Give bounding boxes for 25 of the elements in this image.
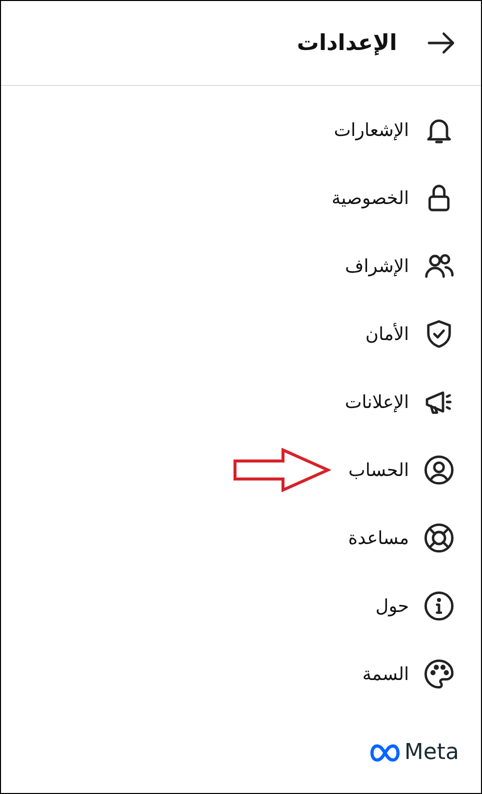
info-icon	[423, 590, 455, 622]
settings-item[interactable]: الحساب	[1, 436, 481, 504]
lifebuoy-icon	[423, 522, 455, 554]
settings-item[interactable]: الخصوصية	[1, 164, 481, 232]
item-label: مساعدة	[348, 528, 409, 548]
settings-item[interactable]: مساعدة	[1, 504, 481, 572]
item-label: الإشراف	[345, 256, 409, 276]
settings-item[interactable]: السمة	[1, 640, 481, 708]
item-label: الخصوصية	[332, 188, 409, 208]
settings-item[interactable]: الإشعارات	[1, 96, 481, 164]
infinity-icon	[370, 744, 400, 762]
settings-item[interactable]: الإشراف	[1, 232, 481, 300]
page-title: الإعدادات	[296, 30, 397, 56]
logo-text: Meta	[404, 740, 459, 765]
settings-item[interactable]: الأمان	[1, 300, 481, 368]
item-label: الأمان	[365, 324, 409, 344]
settings-item[interactable]: حول	[1, 572, 481, 640]
item-label: الإشعارات	[334, 120, 409, 140]
palette-icon	[423, 658, 455, 690]
item-label: حول	[375, 596, 409, 616]
item-label: الحساب	[348, 460, 409, 480]
settings-item[interactable]: الإعلانات	[1, 368, 481, 436]
person-icon	[423, 454, 455, 486]
item-label: الإعلانات	[344, 392, 409, 412]
item-label: السمة	[362, 664, 409, 684]
